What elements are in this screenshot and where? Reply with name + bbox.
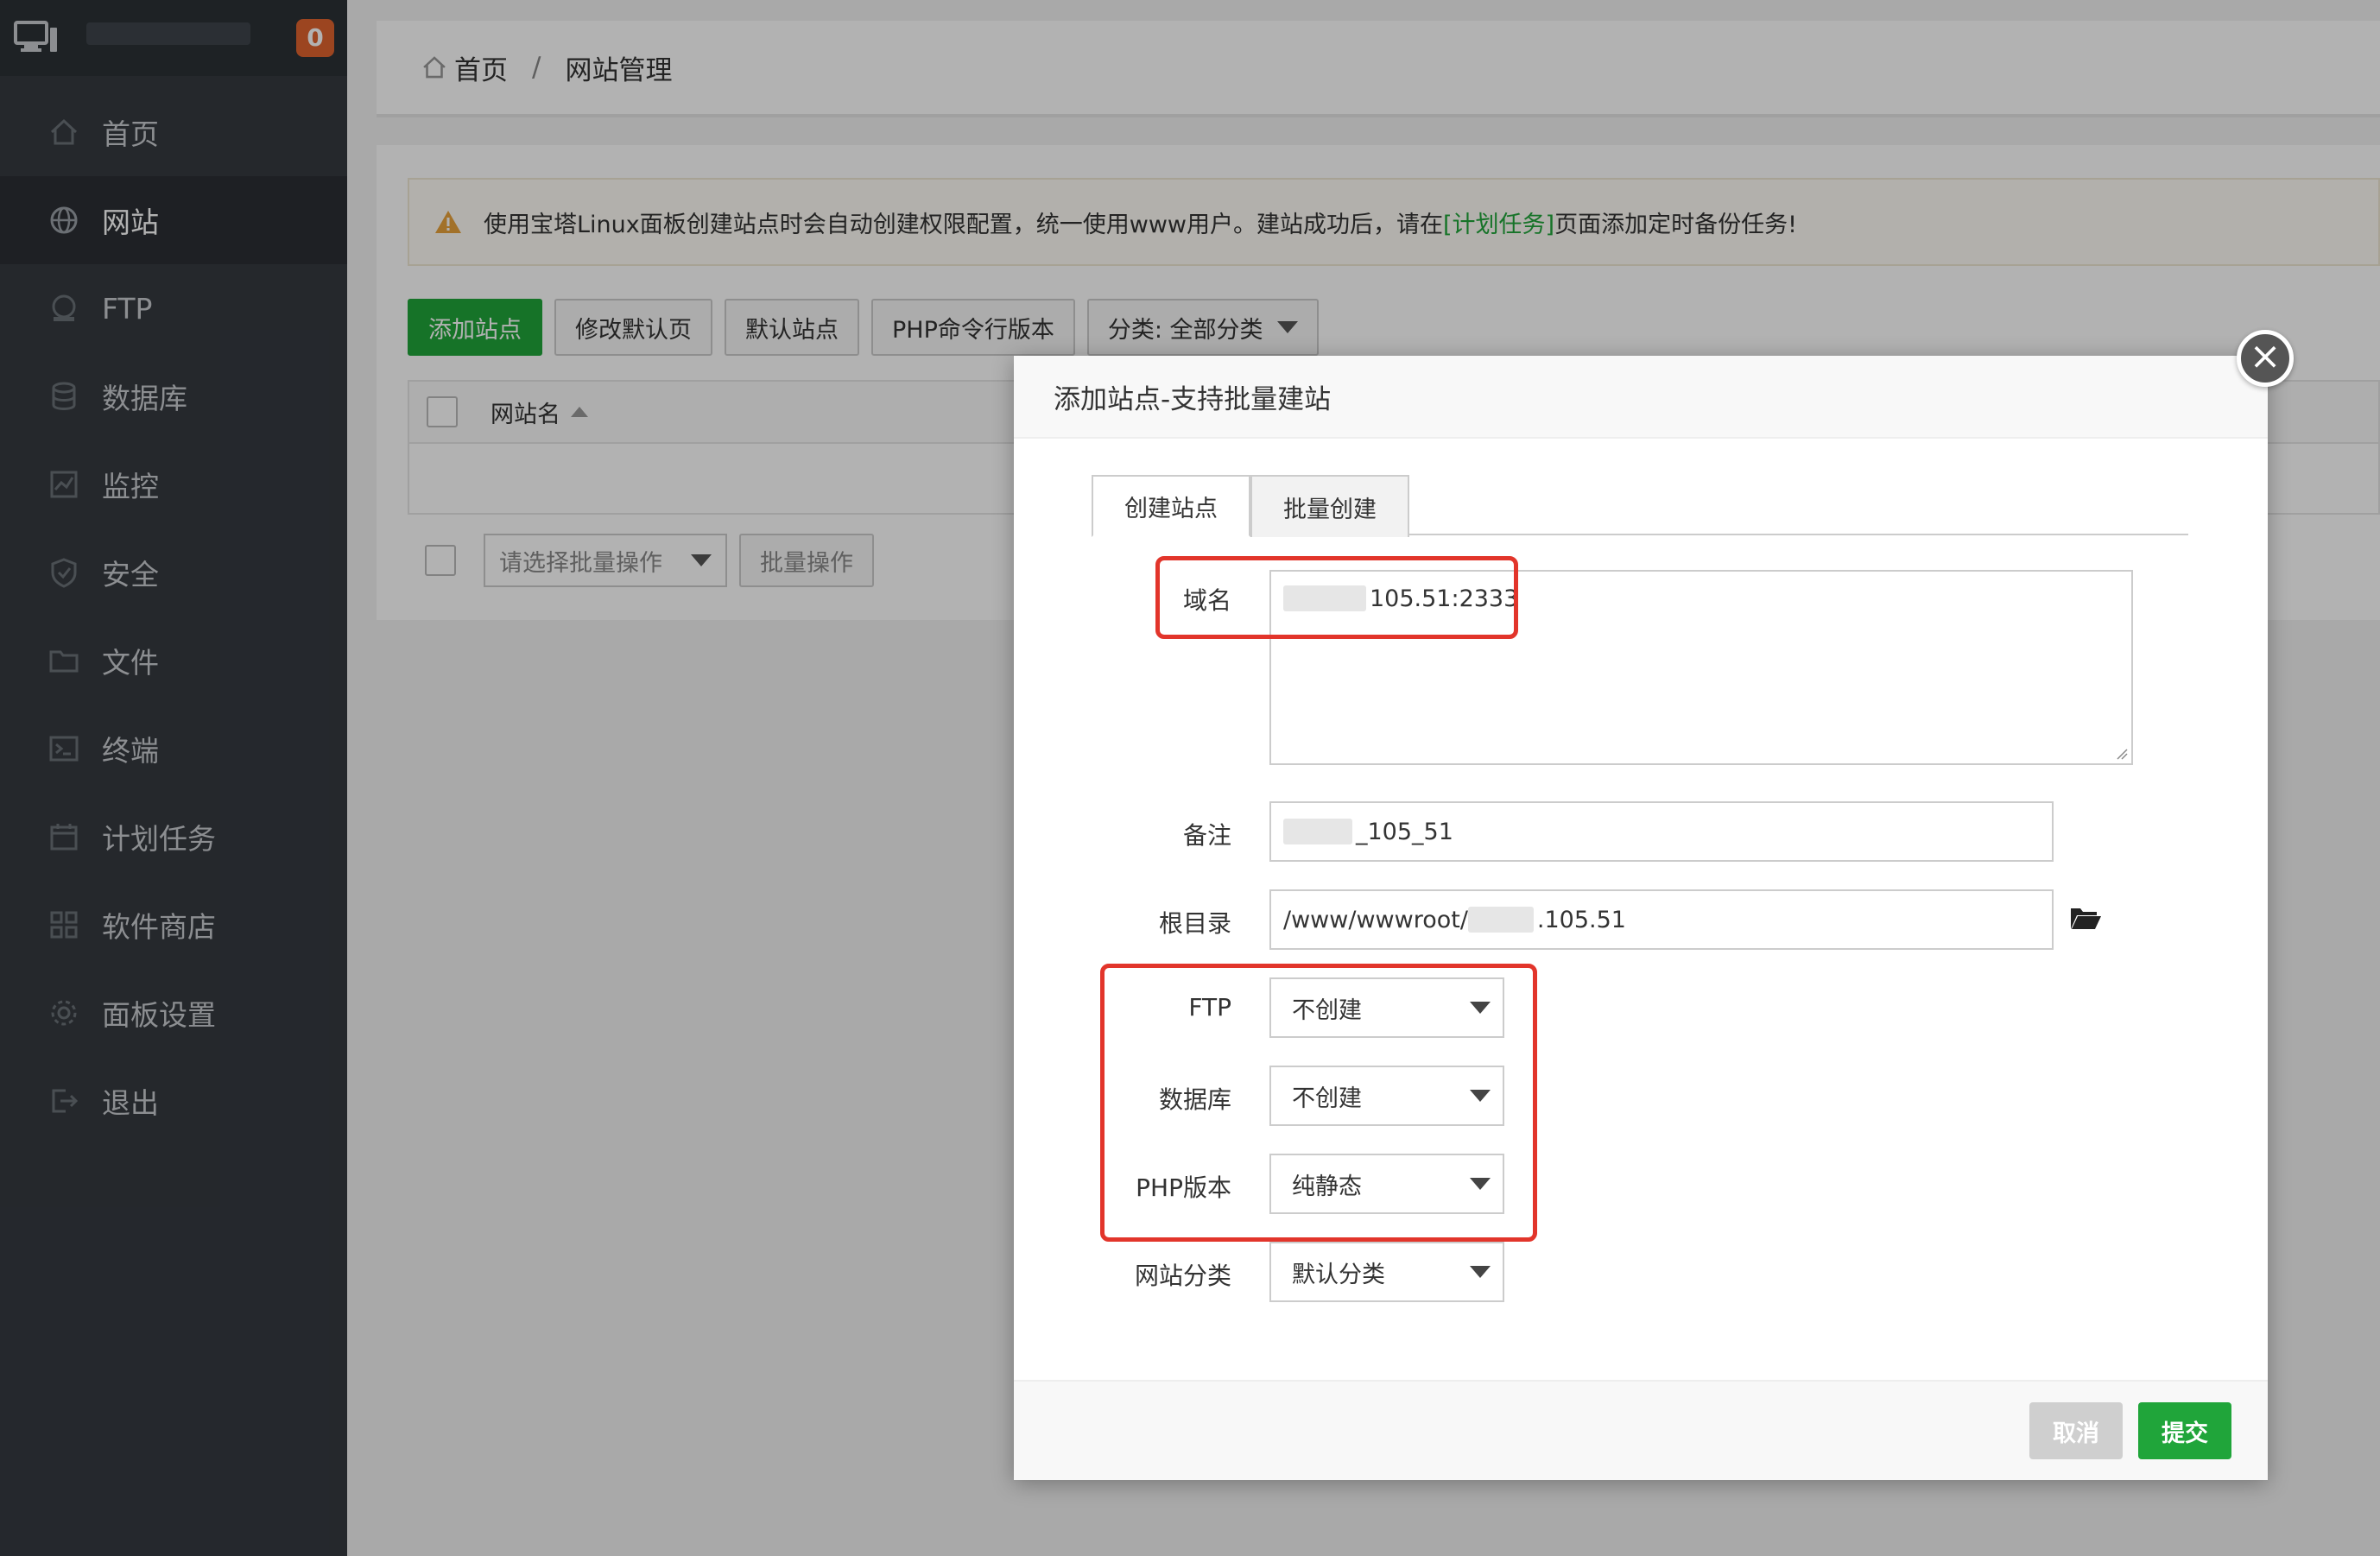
- cancel-button[interactable]: 取消: [2029, 1402, 2123, 1459]
- root-dir-suffix: .105.51: [1536, 906, 1626, 933]
- blurred-root-middle: [1467, 907, 1534, 933]
- remark-value: _105_51: [1356, 818, 1453, 845]
- folder-open-icon[interactable]: [2069, 905, 2102, 931]
- submit-button[interactable]: 提交: [2138, 1402, 2231, 1459]
- dialog-tabs: 创建站点 批量创建: [1092, 475, 2188, 537]
- blurred-remark-prefix: [1283, 819, 1352, 844]
- remark-label: 备注: [1182, 821, 1231, 850]
- tab-create-site[interactable]: 创建站点: [1092, 475, 1250, 537]
- root-dir-label: 根目录: [1158, 909, 1231, 938]
- chevron-down-icon: [1470, 1266, 1491, 1278]
- tab-batch-create[interactable]: 批量创建: [1250, 475, 1409, 537]
- domain-highlight-box: [1155, 556, 1518, 639]
- options-highlight-box: [1100, 964, 1537, 1242]
- add-site-dialog: 添加站点-支持批量建站 创建站点 批量创建 域名 105.51:2333 备注 …: [1014, 356, 2268, 1480]
- remark-input[interactable]: _105_51: [1269, 801, 2054, 862]
- site-category-label: 网站分类: [1134, 1262, 1231, 1290]
- dialog-title: 添加站点-支持批量建站: [1014, 356, 2268, 439]
- site-category-select[interactable]: 默认分类: [1269, 1242, 1504, 1302]
- root-dir-input[interactable]: /www/wwwroot/ .105.51: [1269, 889, 2054, 950]
- resize-handle-icon[interactable]: [2114, 746, 2128, 760]
- root-dir-prefix: /www/wwwroot/: [1283, 906, 1468, 933]
- dialog-footer: 取消 提交: [1014, 1380, 2268, 1480]
- close-dialog-button[interactable]: ×: [2237, 330, 2294, 387]
- site-category-select-value: 默认分类: [1292, 1261, 1385, 1288]
